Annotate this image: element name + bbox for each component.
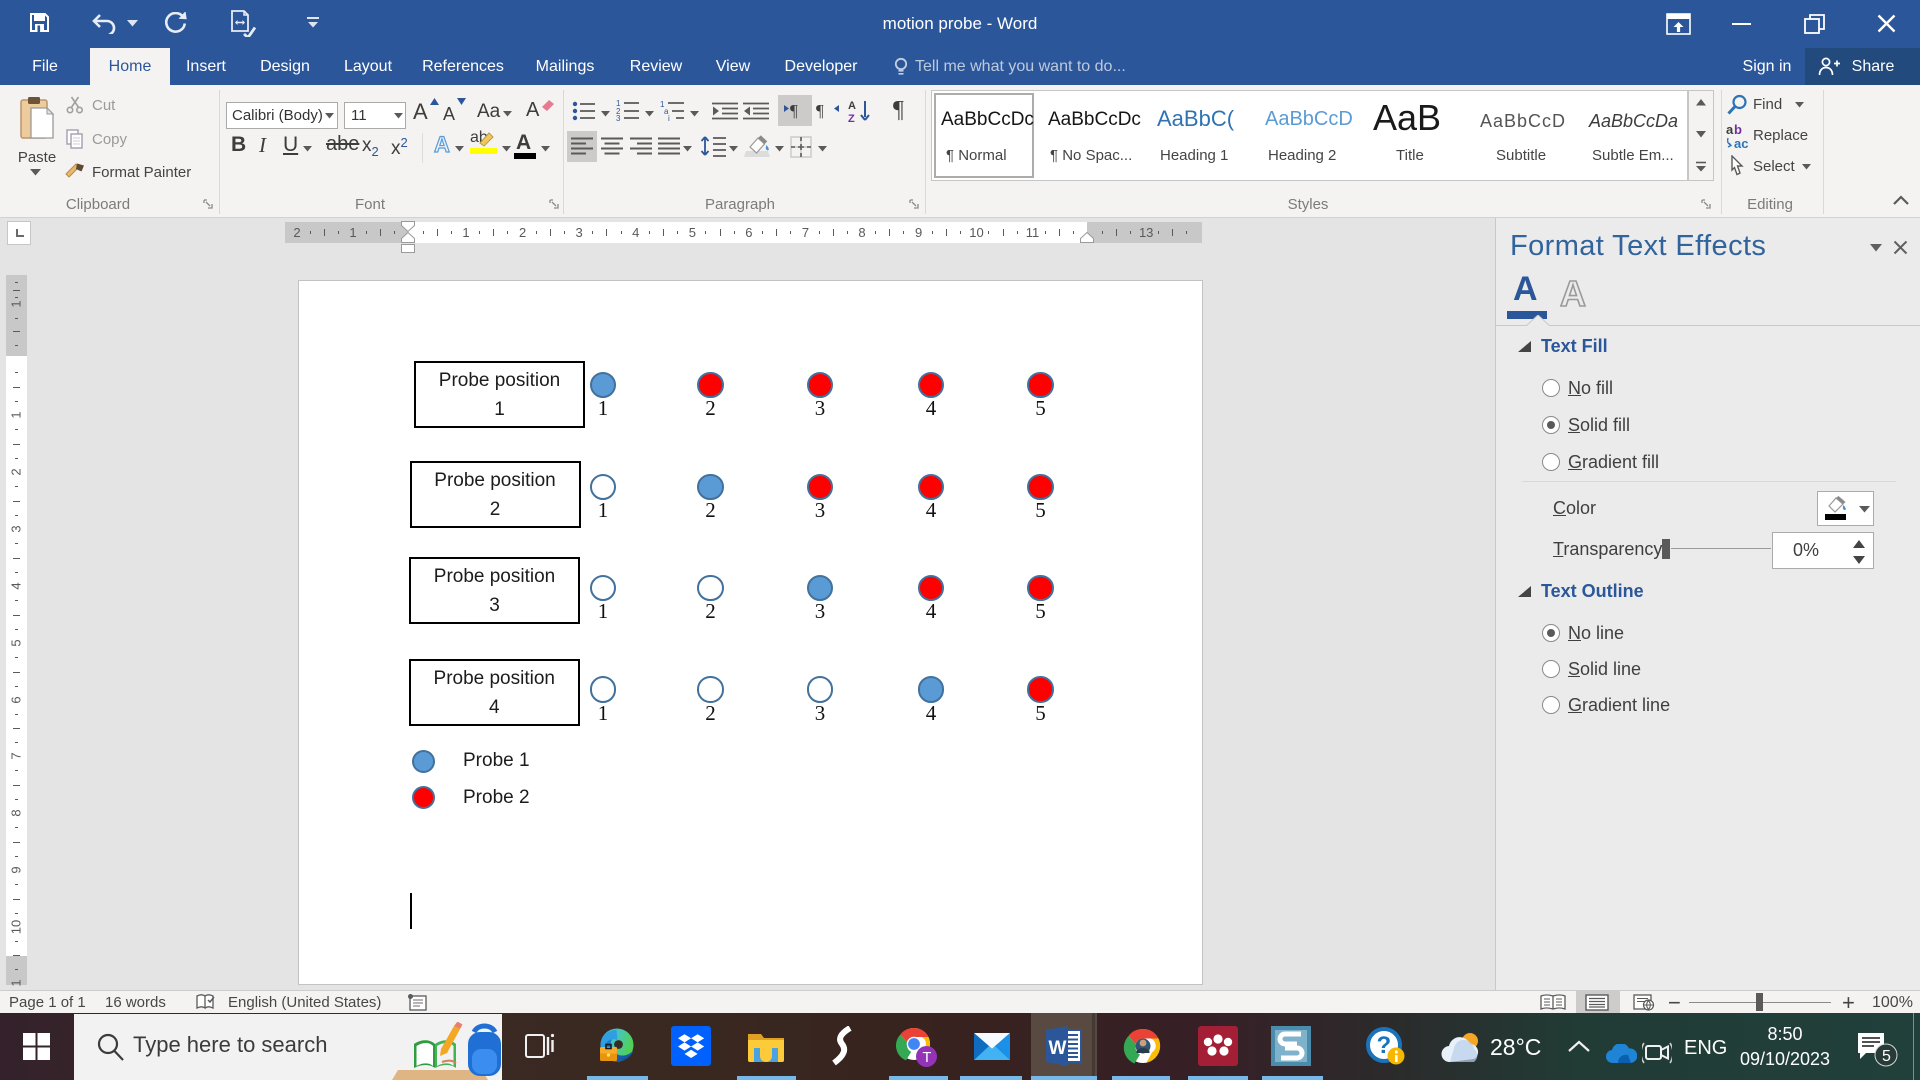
svg-text:5: 5 xyxy=(1882,1048,1891,1065)
svg-text:¶: ¶ xyxy=(816,101,824,120)
svg-text:A: A xyxy=(1560,274,1586,312)
svg-text:A: A xyxy=(848,100,856,112)
svg-text:ac: ac xyxy=(1734,136,1748,150)
svg-text:T: T xyxy=(923,1050,932,1066)
svg-text:W: W xyxy=(1049,1038,1067,1059)
svg-text:a: a xyxy=(1726,124,1734,137)
svg-text:i: i xyxy=(668,114,670,121)
svg-text:Z: Z xyxy=(848,113,855,123)
svg-text:¶: ¶ xyxy=(790,101,798,120)
svg-text:3: 3 xyxy=(616,114,621,121)
